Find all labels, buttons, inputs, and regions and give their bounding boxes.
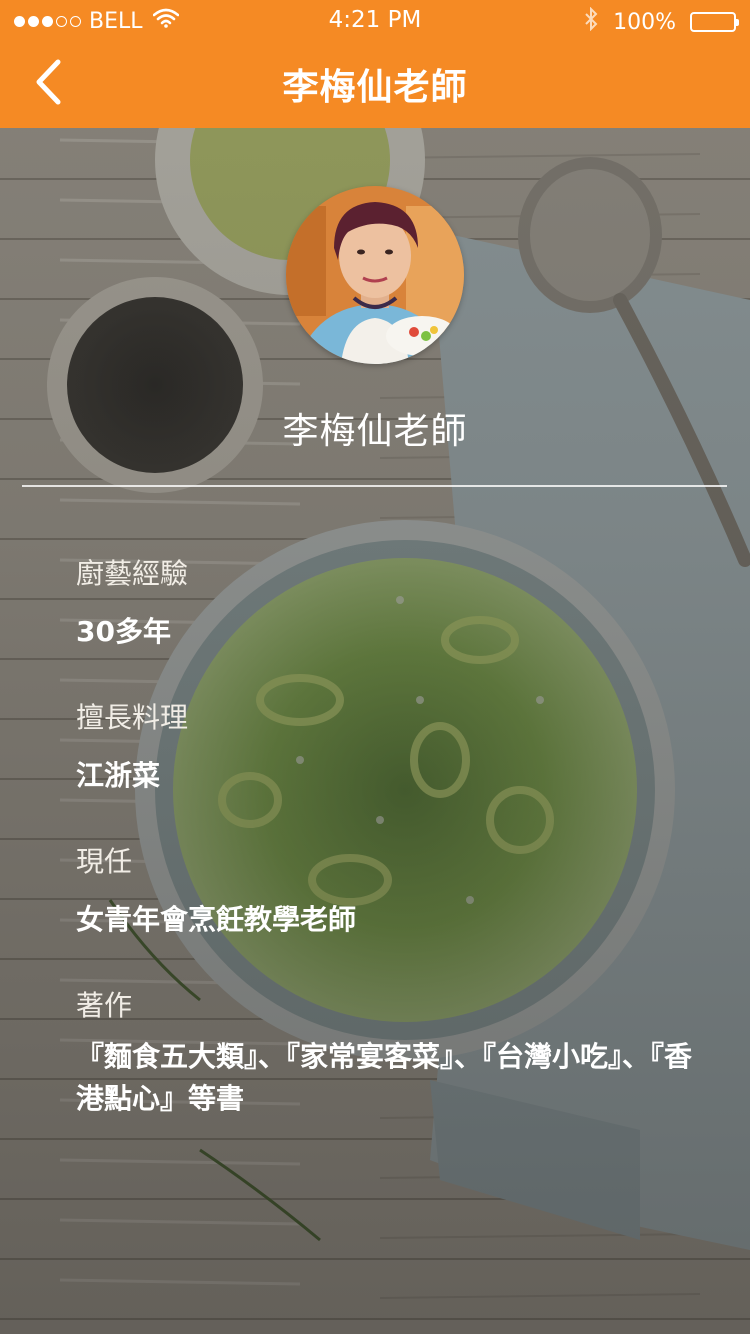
detail-label: 現任 [76,845,133,878]
detail-specialty: 擅長料理 江浙菜 [76,696,696,794]
battery-percent: 100% [613,9,676,35]
status-right: 100% [583,6,739,37]
navigation-bar: 李梅仙老師 [0,40,750,128]
detail-value: 女青年會烹飪教學老師 [76,903,357,936]
top-bar: BELL 4:21 PM 100% 李梅仙老師 [0,0,750,128]
detail-value: 江浙菜 [76,759,161,792]
teacher-details: 廚藝經驗 30多年 擅長料理 江浙菜 現任 女青年會烹飪教學老師 著作 『麵食五… [76,552,696,1166]
status-bar: BELL 4:21 PM 100% [0,0,750,40]
bluetooth-icon [583,6,599,37]
detail-value: 『麵食五大類』、『家常宴客菜』、『台灣小吃』、『香港點心』等書 [76,1040,693,1115]
detail-value: 30多年 [76,615,171,648]
detail-label: 廚藝經驗 [76,557,189,590]
detail-publications: 著作 『麵食五大類』、『家常宴客菜』、『台灣小吃』、『香港點心』等書 [76,984,696,1120]
detail-current-position: 現任 女青年會烹飪教學老師 [76,840,696,938]
detail-label: 擅長料理 [76,701,189,734]
teacher-avatar [286,186,464,364]
detail-experience: 廚藝經驗 30多年 [76,552,696,650]
divider [22,485,727,487]
teacher-name: 李梅仙老師 [282,411,468,452]
detail-label: 著作 [76,989,133,1022]
battery-icon [690,12,739,32]
page-title: 李梅仙老師 [282,67,468,108]
